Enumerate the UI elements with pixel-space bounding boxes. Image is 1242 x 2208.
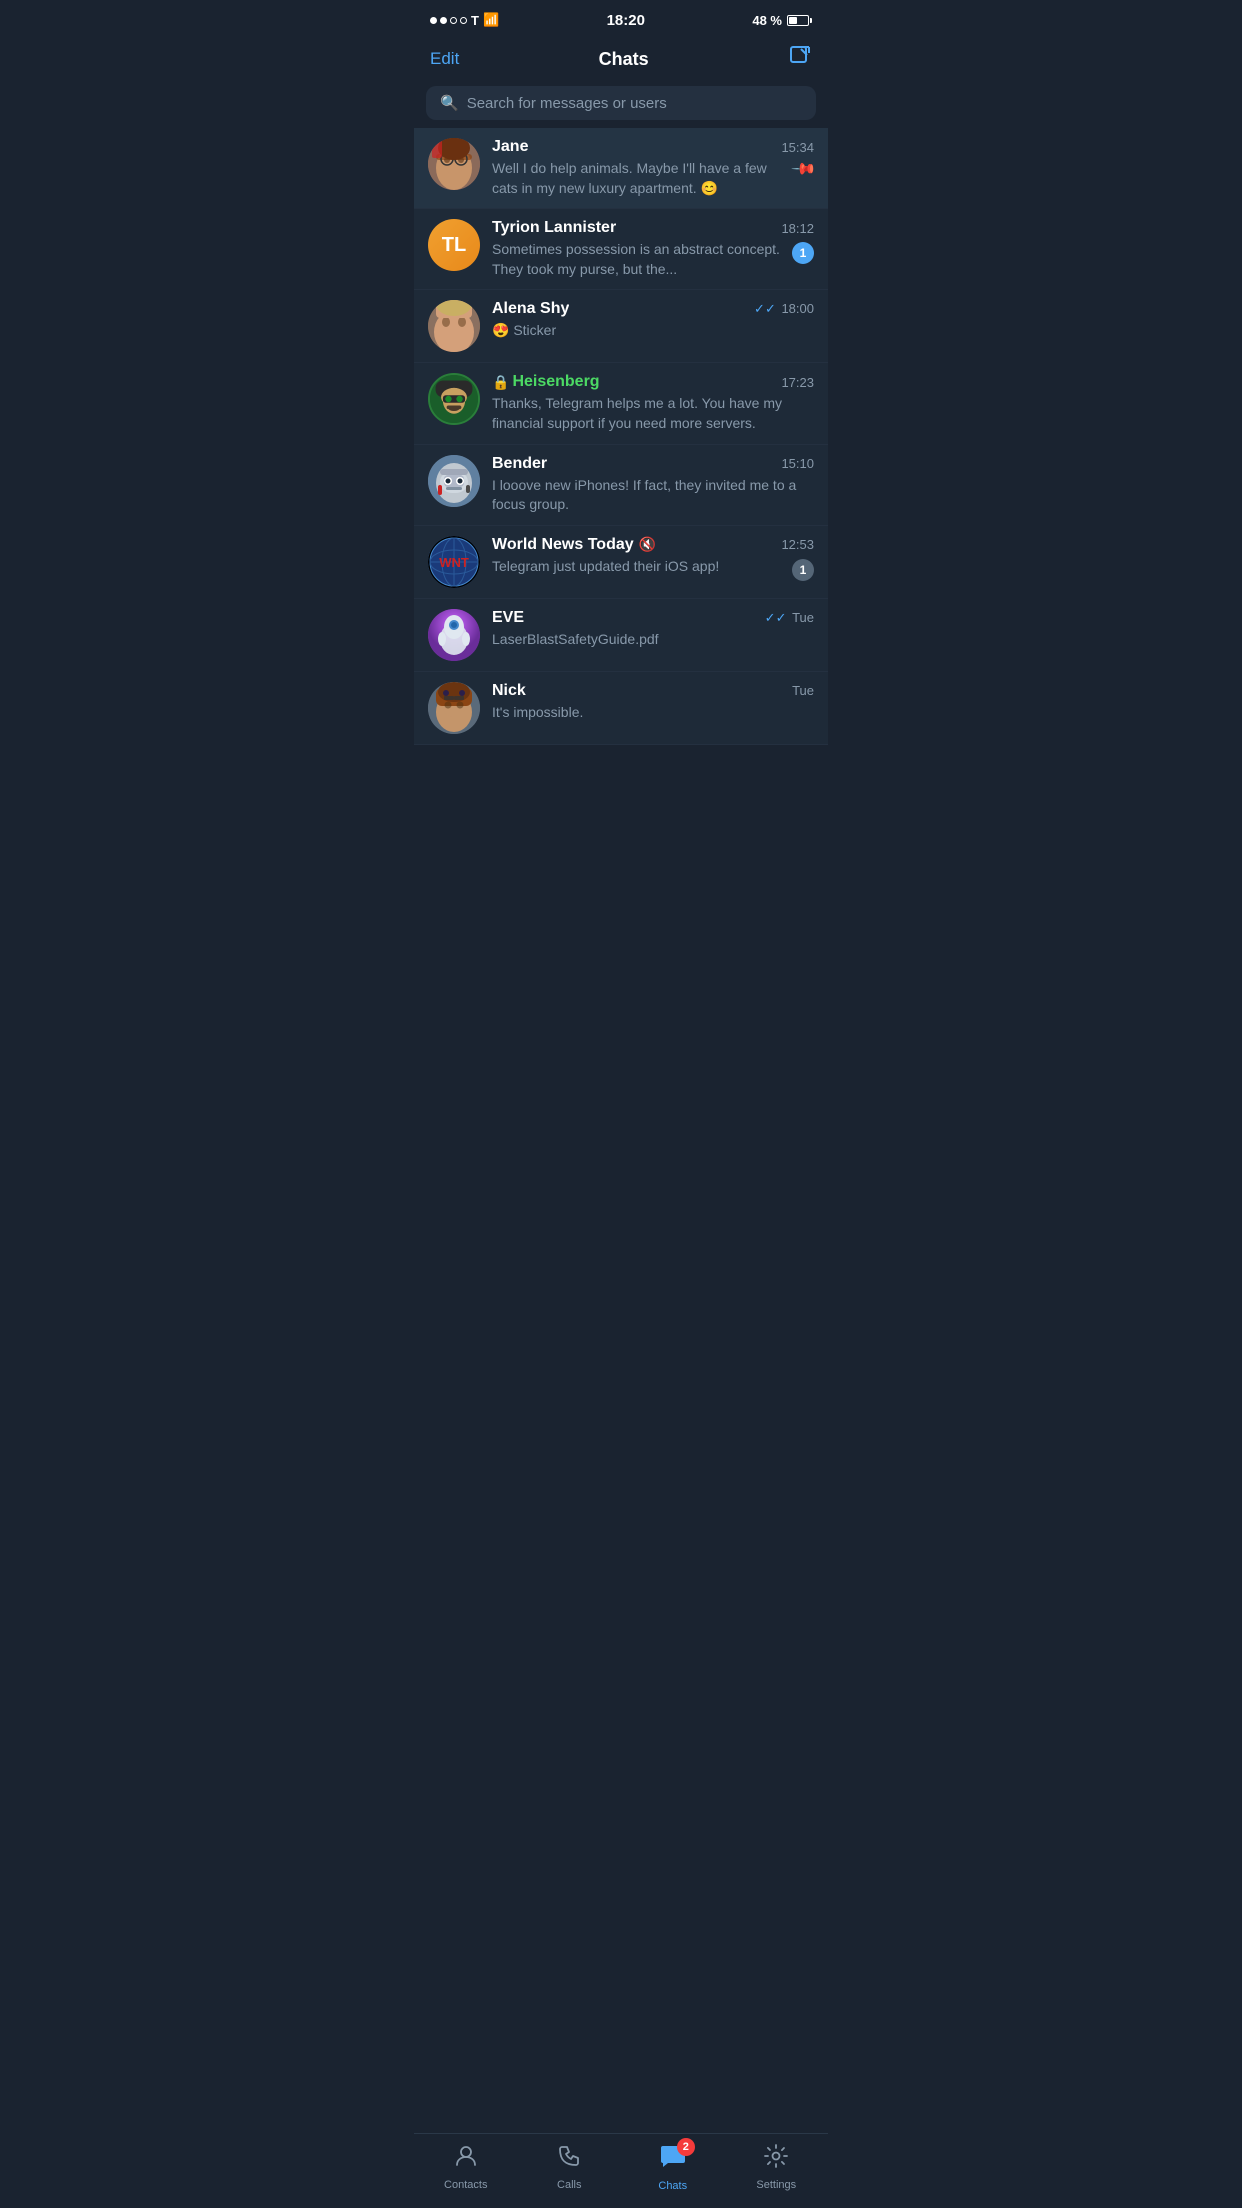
carrier-label: T xyxy=(471,13,479,28)
chat-name: Jane xyxy=(492,138,528,156)
avatar xyxy=(428,682,480,734)
chat-content: Bender 15:10 I looove new iPhones! If fact… xyxy=(492,455,814,515)
chat-time: ✓✓ Tue xyxy=(765,610,814,626)
chat-name: World News Today xyxy=(492,536,634,554)
battery-percent: 48 % xyxy=(752,13,782,28)
chat-meta: Sometimes possession is an abstract conc… xyxy=(492,240,814,279)
status-left: T 📶 xyxy=(430,12,499,28)
chat-preview: Thanks, Telegram helps me a lot. You hav… xyxy=(492,394,814,433)
chat-name: Heisenberg xyxy=(512,373,599,391)
chat-content: Jane 15:34 Well I do help animals. Maybe I… xyxy=(492,138,814,198)
search-icon: 🔍 xyxy=(440,94,459,112)
compose-button[interactable] xyxy=(788,44,812,74)
pin-icon: 📌 xyxy=(790,155,818,183)
chat-content: EVE ✓✓ Tue LaserBlastSafetyGuide.pdf xyxy=(492,609,814,650)
unread-badge: 1 xyxy=(792,242,814,264)
lock-icon: 🔒 xyxy=(492,374,509,391)
chat-name: EVE xyxy=(492,609,524,627)
chat-name: Alena Shy xyxy=(492,300,569,318)
chat-name: Nick xyxy=(492,682,526,700)
chat-time: ✓✓ 18:00 xyxy=(754,301,814,317)
signal-dots xyxy=(430,17,467,24)
chat-meta: It's impossible. xyxy=(492,703,814,723)
chat-content: Nick Tue It's impossible. xyxy=(492,682,814,723)
chat-item-tyrion[interactable]: TL Tyrion Lannister 18:12 Sometimes possess… xyxy=(414,209,828,290)
tab-bar: Contacts Calls 2 Chats Settings xyxy=(414,2133,828,2208)
chat-name: Tyrion Lannister xyxy=(492,219,616,237)
chats-badge: 2 xyxy=(677,2138,695,2156)
dot4 xyxy=(460,17,467,24)
tab-settings[interactable]: Settings xyxy=(741,2143,811,2191)
tab-contacts-label: Contacts xyxy=(444,2179,487,2191)
chat-time: Tue xyxy=(792,683,814,698)
avatar xyxy=(428,138,480,190)
dot2 xyxy=(440,17,447,24)
tab-settings-label: Settings xyxy=(756,2179,796,2191)
nav-bar: Edit Chats xyxy=(414,36,828,86)
chat-item-worldnews[interactable]: WNT World News Today 🔇 12:53 Telegram just … xyxy=(414,526,828,599)
unread-badge: 1 xyxy=(792,559,814,581)
chat-list: Jane 15:34 Well I do help animals. Maybe I… xyxy=(414,128,828,745)
chat-item-jane[interactable]: Jane 15:34 Well I do help animals. Maybe I… xyxy=(414,128,828,209)
chat-item-eve[interactable]: EVE ✓✓ Tue LaserBlastSafetyGuide.pdf xyxy=(414,599,828,672)
chat-time: 12:53 xyxy=(781,537,814,552)
tab-chats-label: Chats xyxy=(658,2180,687,2192)
avatar: WNT xyxy=(428,536,480,588)
chat-time: 18:12 xyxy=(781,221,814,236)
status-bar: T 📶 18:20 48 % xyxy=(414,0,828,36)
chat-preview: Telegram just updated their iOS app! xyxy=(492,557,786,577)
tab-chats[interactable]: 2 Chats xyxy=(638,2142,708,2192)
chat-preview: Well I do help animals. Maybe I'll have … xyxy=(492,159,788,198)
chat-content: Alena Shy ✓✓ 18:00 😍 Sticker xyxy=(492,300,814,341)
chat-meta: I looove new iPhones! If fact, they invi… xyxy=(492,476,814,515)
tab-calls-label: Calls xyxy=(557,2179,581,2191)
chat-preview: I looove new iPhones! If fact, they invi… xyxy=(492,476,814,515)
status-time: 18:20 xyxy=(607,12,645,29)
avatar xyxy=(428,609,480,661)
compose-icon xyxy=(788,44,812,68)
search-input[interactable] xyxy=(467,95,802,112)
chat-meta: Thanks, Telegram helps me a lot. You hav… xyxy=(492,394,814,433)
avatar: TL xyxy=(428,219,480,271)
chat-preview: LaserBlastSafetyGuide.pdf xyxy=(492,630,814,650)
avatar xyxy=(428,455,480,507)
battery-icon xyxy=(787,15,812,26)
chat-meta: Well I do help animals. Maybe I'll have … xyxy=(492,159,814,198)
chat-preview: It's impossible. xyxy=(492,703,814,723)
chat-time: 15:34 xyxy=(781,140,814,155)
contacts-icon xyxy=(453,2143,479,2176)
chat-meta: LaserBlastSafetyGuide.pdf xyxy=(492,630,814,650)
chat-time: 15:10 xyxy=(781,456,814,471)
dot1 xyxy=(430,17,437,24)
tab-calls[interactable]: Calls xyxy=(534,2143,604,2191)
wifi-icon: 📶 xyxy=(483,12,499,28)
tab-contacts[interactable]: Contacts xyxy=(431,2143,501,2191)
settings-icon xyxy=(763,2143,789,2176)
mute-icon: 🔇 xyxy=(639,536,656,553)
chat-preview: 😍 Sticker xyxy=(492,321,814,341)
chat-item-bender[interactable]: Bender 15:10 I looove new iPhones! If fact… xyxy=(414,445,828,526)
chat-content: World News Today 🔇 12:53 Telegram just upda… xyxy=(492,536,814,581)
calls-icon xyxy=(556,2143,582,2176)
chat-item-alena[interactable]: Alena Shy ✓✓ 18:00 😍 Sticker xyxy=(414,290,828,363)
chat-content: 🔒Heisenberg 17:23 Thanks, Telegram helps m… xyxy=(492,373,814,433)
chat-time: 17:23 xyxy=(781,375,814,390)
chat-meta: 😍 Sticker xyxy=(492,321,814,341)
status-right: 48 % xyxy=(752,13,812,28)
chat-item-nick[interactable]: Nick Tue It's impossible. xyxy=(414,672,828,745)
chat-item-heisenberg[interactable]: 🔒Heisenberg 17:23 Thanks, Telegram helps m… xyxy=(414,363,828,444)
edit-button[interactable]: Edit xyxy=(430,49,459,69)
chat-name: Bender xyxy=(492,455,547,473)
page-title: Chats xyxy=(599,49,649,70)
chat-meta: Telegram just updated their iOS app! 1 xyxy=(492,557,814,581)
avatar xyxy=(428,300,480,352)
chat-preview: Sometimes possession is an abstract conc… xyxy=(492,240,786,279)
avatar xyxy=(428,373,480,425)
dot3 xyxy=(450,17,457,24)
chats-icon: 2 xyxy=(659,2142,687,2177)
svg-text:WNT: WNT xyxy=(439,555,469,570)
chat-content: Tyrion Lannister 18:12 Sometimes possessio… xyxy=(492,219,814,279)
search-bar[interactable]: 🔍 xyxy=(426,86,816,120)
